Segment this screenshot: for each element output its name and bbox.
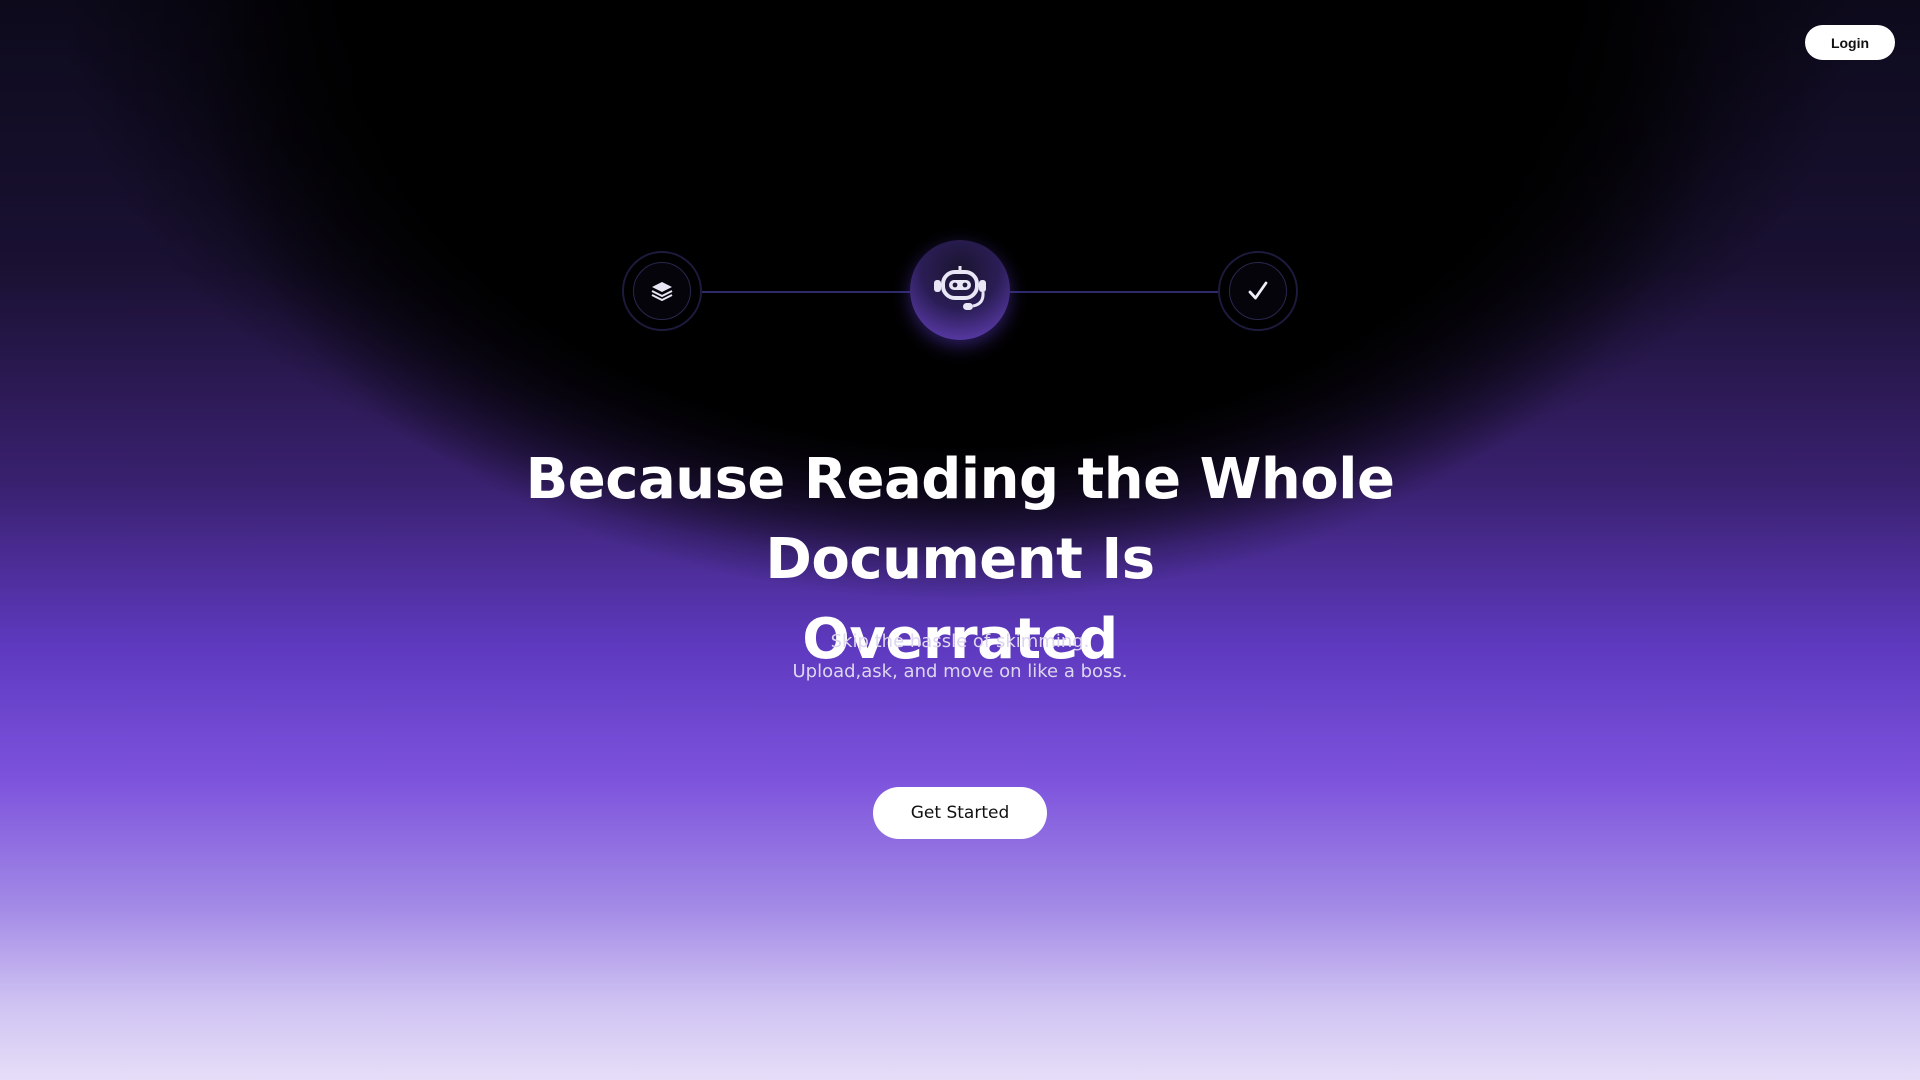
subtitle-line-2: Upload,ask, and move on like a boss. (792, 661, 1128, 682)
step-upload-inner (633, 262, 691, 320)
step-ai-assistant (910, 240, 1010, 340)
step-done (1218, 251, 1298, 331)
hero-subtitle: Skip the hassle of skimming. Upload,ask,… (560, 627, 1360, 687)
step-connector-2 (1010, 291, 1220, 293)
landing-page: Login Because Reading the Whole Document… (0, 0, 1920, 1080)
headline-line-1: Because Reading the Whole Document Is (525, 447, 1395, 592)
layers-icon (651, 282, 673, 301)
get-started-button[interactable]: Get Started (873, 787, 1047, 839)
check-icon (1248, 281, 1268, 300)
process-steps (622, 240, 1298, 345)
login-button[interactable]: Login (1805, 25, 1895, 60)
subtitle-line-1: Skip the hassle of skimming. (830, 631, 1090, 652)
step-connector-1 (702, 291, 932, 293)
step-upload (622, 251, 702, 331)
step-done-inner (1229, 262, 1287, 320)
robot-assistant-icon (934, 266, 986, 310)
